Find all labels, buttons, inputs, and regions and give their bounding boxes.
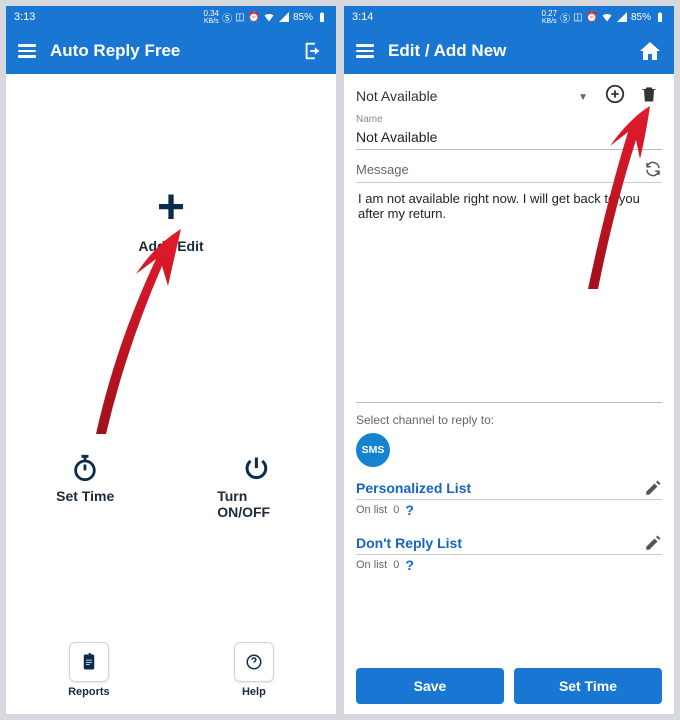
app-title: Edit / Add New	[388, 41, 624, 61]
nfc-icon: Ⓢ	[560, 10, 570, 25]
help-icon	[245, 653, 263, 671]
set-time-label: Set Time	[56, 488, 114, 504]
stopwatch-icon	[71, 454, 99, 482]
plus-icon: +	[157, 184, 185, 232]
channel-label: Select channel to reply to:	[356, 413, 662, 427]
help-icon[interactable]: ?	[405, 557, 414, 573]
set-time-tile[interactable]: Set Time	[56, 454, 114, 504]
vibrate-icon: ◫	[573, 12, 582, 23]
reports-tile[interactable]: Reports	[68, 642, 110, 698]
reports-label: Reports	[68, 686, 110, 698]
battery-icon	[654, 11, 666, 23]
pencil-icon[interactable]	[644, 479, 662, 497]
signal-icon	[616, 11, 628, 23]
app-bar: Edit / Add New	[344, 28, 674, 74]
status-right: 0.34 KB/s Ⓢ ◫ ⏰ 85%	[204, 10, 329, 25]
turn-onoff-label: Turn ON/OFF	[217, 488, 296, 520]
signal-icon	[278, 11, 290, 23]
edit-content: Not Available ▼ Name Message I am not av…	[344, 74, 674, 714]
battery-text: 85%	[293, 12, 313, 23]
bottom-row: Reports Help	[6, 642, 336, 698]
app-bar: Auto Reply Free	[6, 28, 336, 74]
screen-home: 3:13 0.34 KB/s Ⓢ ◫ ⏰ 85% Auto Reply Free…	[6, 6, 336, 714]
alarm-icon: ⏰	[586, 12, 598, 23]
name-label: Name	[356, 114, 662, 125]
refresh-icon[interactable]	[644, 160, 662, 178]
save-button[interactable]: Save	[356, 668, 504, 704]
screen-edit: 3:14 0.27 KB/s Ⓢ ◫ ⏰ 85% Edit / Add New …	[344, 6, 674, 714]
delete-button[interactable]	[636, 84, 662, 109]
menu-icon[interactable]	[356, 44, 374, 58]
alarm-icon: ⏰	[248, 12, 260, 23]
sms-channel-chip[interactable]: SMS	[356, 433, 390, 467]
add-template-button[interactable]	[602, 83, 628, 110]
message-input[interactable]: I am not available right now. I will get…	[356, 183, 662, 403]
pencil-icon[interactable]	[644, 534, 662, 552]
wifi-icon	[601, 11, 613, 23]
status-bar: 3:13 0.34 KB/s Ⓢ ◫ ⏰ 85%	[6, 6, 336, 28]
personalized-onlist: On list 0 ?	[356, 500, 662, 522]
message-label: Message	[356, 162, 644, 177]
trash-icon	[639, 84, 659, 104]
status-time: 3:14	[352, 11, 373, 23]
help-label: Help	[242, 686, 266, 698]
menu-icon[interactable]	[18, 44, 36, 58]
clipboard-icon	[80, 653, 98, 671]
exit-icon[interactable]	[302, 40, 324, 62]
chevron-down-icon: ▼	[578, 92, 588, 103]
home-content: + Add / Edit Set Time Turn ON/OFF Report…	[6, 74, 336, 714]
home-icon[interactable]	[638, 39, 662, 63]
power-icon	[243, 454, 271, 482]
turn-onoff-tile[interactable]: Turn ON/OFF	[217, 454, 296, 520]
annotation-arrow	[66, 224, 206, 444]
set-time-button[interactable]: Set Time	[514, 668, 662, 704]
battery-text: 85%	[631, 12, 651, 23]
personalized-list-title[interactable]: Personalized List	[356, 480, 471, 496]
template-dropdown[interactable]: Not Available ▼	[356, 82, 594, 110]
app-title: Auto Reply Free	[50, 41, 288, 61]
status-right: 0.27 KB/s Ⓢ ◫ ⏰ 85%	[542, 10, 667, 25]
status-time: 3:13	[14, 11, 35, 23]
name-input[interactable]	[356, 125, 662, 150]
help-tile[interactable]: Help	[234, 642, 274, 698]
add-edit-tile[interactable]: + Add / Edit	[138, 184, 203, 254]
dontreply-onlist: On list 0 ?	[356, 555, 662, 577]
status-bar: 3:14 0.27 KB/s Ⓢ ◫ ⏰ 85%	[344, 6, 674, 28]
add-edit-label: Add / Edit	[138, 238, 203, 254]
dropdown-value: Not Available	[356, 88, 437, 104]
wifi-icon	[263, 11, 275, 23]
battery-icon	[316, 11, 328, 23]
dont-reply-list-title[interactable]: Don't Reply List	[356, 535, 462, 551]
nfc-icon: Ⓢ	[222, 10, 232, 25]
vibrate-icon: ◫	[235, 12, 244, 23]
help-icon[interactable]: ?	[405, 502, 414, 518]
plus-circle-icon	[604, 83, 626, 105]
